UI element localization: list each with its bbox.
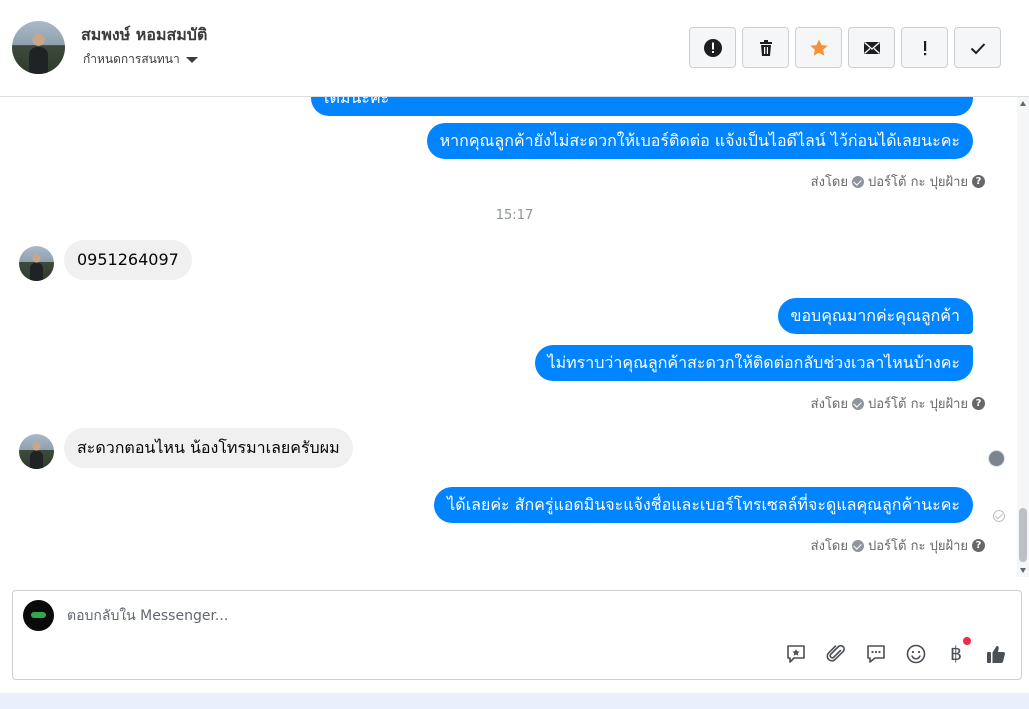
help-icon[interactable]: ? (972, 397, 985, 410)
follow-up-button[interactable] (901, 27, 948, 68)
sender-name: ปอร์โต้ กะ ปุยฝ้าย (868, 175, 968, 190)
conversation-actions (689, 27, 1001, 68)
timestamp: 15:17 (495, 208, 534, 223)
quick-reply-button[interactable] (863, 641, 889, 667)
saved-reply-button[interactable] (783, 641, 809, 667)
message-thread[interactable]: เติมนะคะ หากคุณลูกค้ายังไม่สะดวกให้เบอร์… (0, 97, 1017, 577)
conversation-header: สมพงษ์ หอมสมบัติ กำหนดการสนทนา (0, 0, 1029, 97)
scroll-thumb[interactable] (1019, 508, 1027, 562)
mark-unread-button[interactable] (848, 27, 895, 68)
contact-avatar-small[interactable] (19, 246, 54, 281)
outgoing-message[interactable]: ขอบคุณมากค่ะคุณลูกค้า (777, 298, 973, 334)
seen-indicator-avatar (988, 450, 1005, 467)
reply-input[interactable] (67, 605, 967, 627)
contact-avatar[interactable] (12, 21, 65, 74)
alert-circle-icon (703, 38, 722, 57)
exclamation-icon (923, 40, 926, 55)
sent-by-info: ส่งโดย ปอร์โต้ กะ ปุยฝ้าย ? (811, 535, 985, 556)
saved-reply-icon (787, 645, 805, 663)
attachment-button[interactable] (823, 641, 849, 667)
emoji-icon (906, 644, 926, 664)
trash-icon (759, 39, 772, 56)
emoji-button[interactable] (903, 641, 929, 667)
thread-scrollbar[interactable] (1017, 97, 1029, 577)
scroll-up-arrow-icon[interactable] (1020, 101, 1026, 106)
reply-composer: ฿ (12, 590, 1022, 680)
spam-report-button[interactable] (689, 27, 736, 68)
outgoing-message[interactable]: เติมนะคะ (311, 97, 973, 116)
sent-by-label: ส่งโดย (810, 539, 848, 554)
like-icon (987, 645, 1005, 663)
sender-name: ปอร์โต้ กะ ปุยฝ้าย (868, 397, 968, 412)
assign-label: กำหนดการสนทนา (83, 52, 180, 66)
outgoing-message[interactable]: หากคุณลูกค้ายังไม่สะดวกให้เบอร์ติดต่อ แจ… (426, 123, 973, 159)
sent-by-info: ส่งโดย ปอร์โต้ กะ ปุยฝ้าย ? (811, 171, 985, 192)
help-icon[interactable]: ? (972, 175, 985, 188)
caret-down-icon (185, 56, 198, 63)
sent-by-label: ส่งโดย (810, 397, 848, 412)
star-icon (809, 39, 828, 56)
like-button[interactable] (983, 641, 1009, 667)
outgoing-message[interactable]: ไม่ทราบว่าคุณลูกค้าสะดวกให้ติดต่อกลับช่ว… (534, 345, 973, 381)
help-icon[interactable]: ? (972, 539, 985, 552)
verified-check-icon (852, 397, 864, 410)
sender-name: ปอร์โต้ กะ ปุยฝ้าย (868, 539, 968, 554)
contact-avatar-small[interactable] (19, 434, 54, 469)
verified-check-icon (852, 175, 864, 188)
scroll-down-arrow-icon[interactable] (1020, 568, 1026, 573)
delivered-check-icon (993, 510, 1005, 522)
sent-by-label: ส่งโดย (810, 175, 848, 190)
envelope-icon (863, 41, 880, 54)
composer-toolbar: ฿ (783, 637, 1009, 667)
outgoing-message[interactable]: ได้เลยค่ะ สักครู่แอดมินจะแจ้งชื่อและเบอร… (434, 487, 973, 523)
sent-by-info: ส่งโดย ปอร์โต้ กะ ปุยฝ้าย ? (811, 393, 985, 414)
contact-name[interactable]: สมพงษ์ หอมสมบัติ (81, 23, 207, 48)
chat-bubble-icon (867, 645, 885, 663)
incoming-message[interactable]: 0951264097 (64, 240, 192, 280)
page-logo-avatar (23, 600, 54, 631)
incoming-message[interactable]: สะดวกตอนไหน น้องโทรมาเลยครับผม (64, 428, 353, 468)
messenger-inbox: สมพงษ์ หอมสมบัติ กำหนดการสนทนา เติมนะคะ … (0, 0, 1029, 709)
notification-dot (963, 637, 971, 645)
baht-payment-icon: ฿ (949, 643, 963, 665)
verified-check-icon (852, 539, 864, 552)
checkmark-icon (970, 42, 985, 54)
attachment-icon (826, 644, 845, 662)
mark-done-button[interactable] (954, 27, 1001, 68)
page-footer-strip (0, 693, 1029, 709)
delete-button[interactable] (742, 27, 789, 68)
star-button[interactable] (795, 27, 842, 68)
payment-button[interactable]: ฿ (943, 637, 971, 667)
assign-conversation-dropdown[interactable]: กำหนดการสนทนา (83, 50, 198, 69)
